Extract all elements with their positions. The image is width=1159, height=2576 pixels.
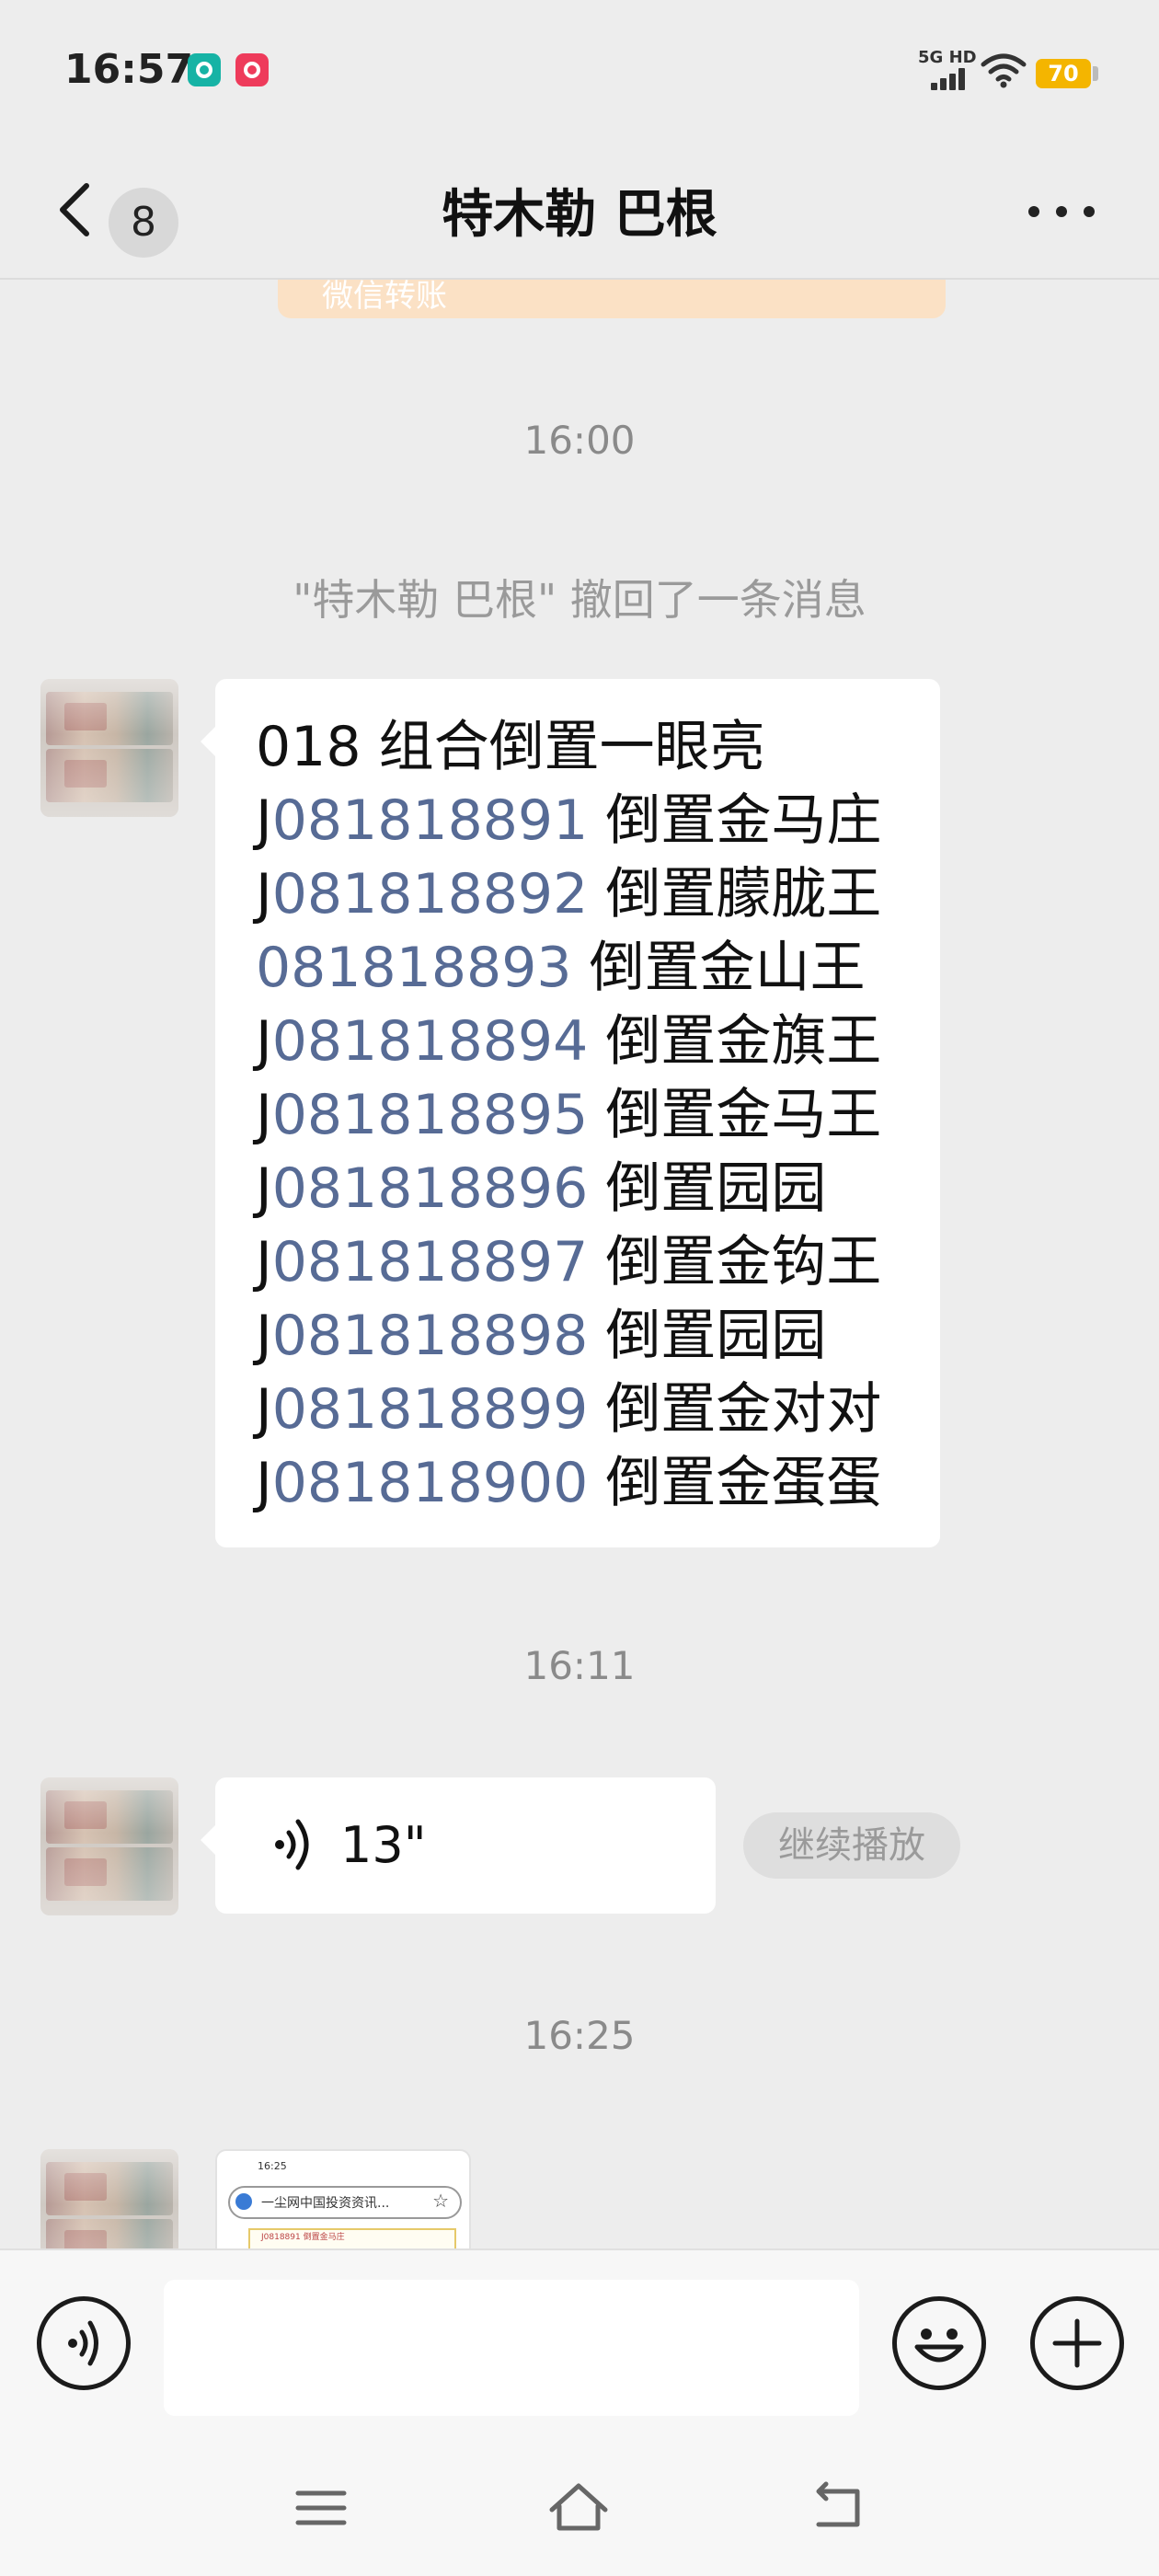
transfer-label: 微信转账 (322, 280, 447, 315)
menu-icon[interactable] (289, 2478, 353, 2537)
message-line: J081818896 倒置园园 (256, 1152, 940, 1225)
serial-description: 倒置金马王 (588, 1083, 882, 1147)
voice-input-toggle[interactable] (37, 2296, 131, 2390)
serial-prefix: J (256, 1230, 272, 1294)
avatar[interactable] (40, 2149, 178, 2248)
phone-number-link[interactable]: 081818893 (256, 936, 572, 1000)
text-message-bubble[interactable]: 018 组合倒置一眼亮 J081818891 倒置金马庄 J081818892 倒… (201, 679, 940, 1547)
message-line: J081818892 倒置朦胧王 (256, 857, 940, 931)
chat-title: 特木勒 巴根 (442, 185, 717, 245)
home-icon[interactable] (546, 2478, 611, 2537)
serial-description: 倒置园园 (588, 1156, 827, 1221)
serial-prefix: J (256, 1304, 272, 1368)
message-input[interactable] (164, 2280, 859, 2416)
battery-icon: 70 (1036, 59, 1091, 88)
timestamp: 16:11 (523, 1643, 636, 1688)
network-type: 5G HD (918, 48, 977, 67)
phone-number-link[interactable]: 081818897 (272, 1230, 589, 1294)
serial-description: 倒置朦胧王 (588, 862, 882, 926)
input-bar (0, 2248, 1159, 2442)
voice-wave-icon (275, 1819, 309, 1870)
serial-prefix: J (256, 862, 272, 926)
image-message[interactable]: 16:25 一尘网中国投资资讯... ☆ J0818891 倒置金马庄 (215, 2149, 471, 2248)
plus-icon (1052, 2318, 1102, 2368)
image-url-text: 一尘网中国投资资讯... (261, 2196, 390, 2211)
app-notification-icon (188, 53, 221, 86)
serial-prefix: J (256, 1156, 272, 1221)
phone-number-link[interactable]: 081818891 (272, 788, 589, 853)
system-navigation-bar (0, 2442, 1159, 2576)
chat-header: 8 特木勒 巴根 (0, 138, 1159, 280)
serial-prefix: J (256, 788, 272, 853)
phone-number-link[interactable]: 081818899 (272, 1377, 589, 1442)
phone-number-link[interactable]: 081818896 (272, 1156, 589, 1221)
more-functions-button[interactable] (1030, 2296, 1124, 2390)
status-time: 16:57 (64, 46, 194, 93)
message-line: J081818891 倒置金马庄 (256, 784, 940, 857)
message-line: 081818893 倒置金山王 (256, 931, 940, 1005)
serial-description: 倒置金旗王 (588, 1009, 882, 1074)
phone-number-link[interactable]: 081818898 (272, 1304, 589, 1368)
wifi-icon (981, 53, 1027, 88)
serial-prefix: J (256, 1009, 272, 1074)
message-line: J081818898 倒置园园 (256, 1299, 940, 1373)
image-status-time: 16:25 (258, 2160, 287, 2172)
phone-number-link[interactable]: 081818900 (272, 1451, 589, 1515)
phone-number-link[interactable]: 081818892 (272, 862, 589, 926)
browser-logo-icon (235, 2193, 252, 2210)
more-options-button[interactable] (1021, 182, 1104, 237)
timestamp: 16:00 (523, 418, 636, 463)
serial-prefix: J (256, 1377, 272, 1442)
continue-playing-button[interactable]: 继续播放 (743, 1812, 960, 1879)
serial-description: 倒置金钩王 (588, 1230, 882, 1294)
avatar[interactable] (40, 1777, 178, 1915)
serial-description: 倒置园园 (588, 1304, 827, 1368)
emoji-icon (914, 2329, 964, 2363)
message-line: J081818894 倒置金旗王 (256, 1005, 940, 1078)
star-icon: ☆ (432, 2190, 449, 2212)
phone-number-link[interactable]: 081818895 (272, 1083, 589, 1147)
phone-number-link[interactable]: 081818894 (272, 1009, 589, 1074)
back-nav-icon[interactable] (806, 2478, 870, 2537)
serial-prefix: J (256, 1083, 272, 1147)
image-document-text: J0818891 倒置金马庄 (261, 2233, 345, 2242)
message-line: J081818897 倒置金钩王 (256, 1225, 940, 1299)
signal-icon (931, 68, 968, 90)
voice-duration: 13" (340, 1816, 427, 1874)
serial-description: 倒置金对对 (588, 1377, 882, 1442)
serial-description: 倒置金山王 (571, 936, 866, 1000)
avatar[interactable] (40, 679, 178, 817)
transfer-message-card[interactable]: 微信转账 (278, 280, 946, 318)
message-line: J081818900 倒置金蛋蛋 (256, 1446, 940, 1520)
status-bar: 16:57 5G HD 70 (0, 0, 1159, 138)
message-list[interactable]: 微信转账 16:00 "特木勒 巴根" 撤回了一条消息 018 组合倒置一眼亮 … (0, 280, 1159, 2248)
voice-message-bubble[interactable]: 13" (201, 1777, 716, 1914)
emoji-button[interactable] (892, 2296, 986, 2390)
serial-description: 倒置金马庄 (588, 788, 882, 853)
battery-tip (1093, 66, 1098, 81)
voice-wave-icon (68, 2320, 98, 2366)
message-line: J081818895 倒置金马王 (256, 1078, 940, 1152)
timestamp: 16:25 (523, 2013, 636, 2058)
recall-notice: "特木勒 巴根" 撤回了一条消息 (293, 575, 866, 625)
app-notification-icon (235, 53, 269, 86)
message-line: J081818899 倒置金对对 (256, 1373, 940, 1446)
serial-prefix: J (256, 1451, 272, 1515)
serial-description: 倒置金蛋蛋 (588, 1451, 882, 1515)
message-heading: 018 组合倒置一眼亮 (256, 715, 765, 779)
